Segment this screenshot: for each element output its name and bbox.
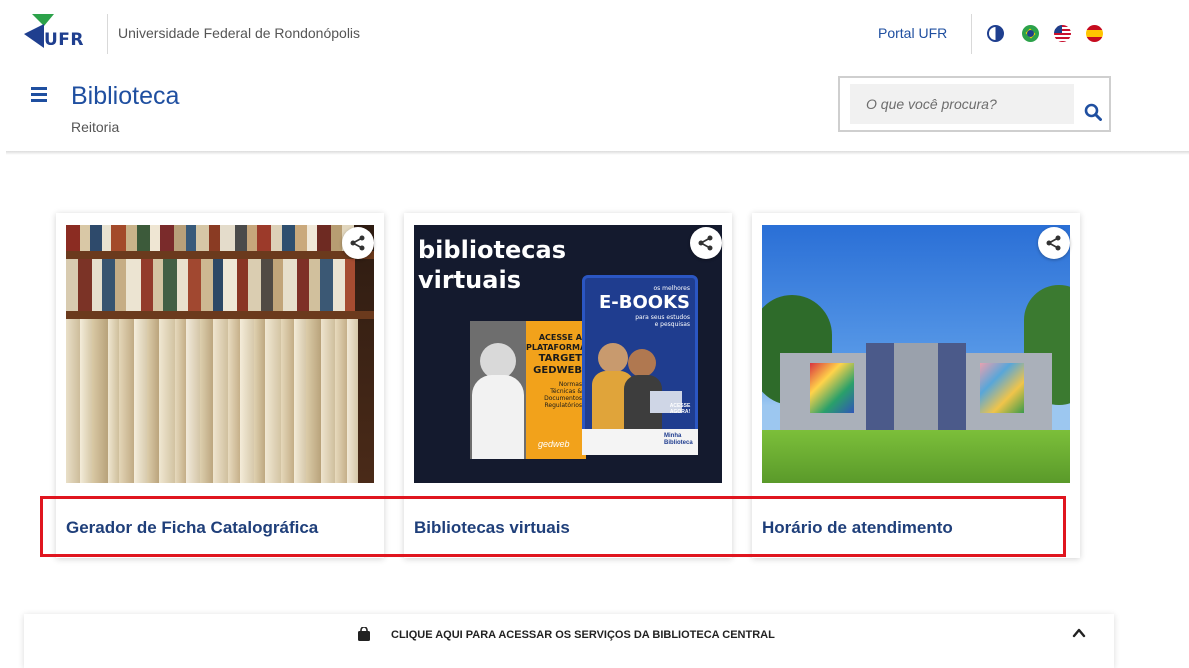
share-button[interactable] bbox=[342, 227, 374, 259]
card-ficha-catalografica[interactable]: Gerador de Ficha Catalográfica bbox=[56, 213, 384, 558]
header-divider-right bbox=[971, 14, 972, 54]
header-shadow bbox=[6, 151, 1189, 155]
services-label: CLIQUE AQUI PARA ACESSAR OS SERVIÇOS DA … bbox=[391, 629, 775, 641]
banner-ebooks-small: os melhores bbox=[653, 285, 690, 292]
share-button[interactable] bbox=[1038, 227, 1070, 259]
share-button[interactable] bbox=[690, 227, 722, 259]
banner-headline: bibliotecas bbox=[418, 236, 566, 264]
banner-target-line: PLATAFORMA bbox=[526, 343, 587, 352]
share-icon bbox=[350, 235, 365, 251]
card-title[interactable]: Bibliotecas virtuais bbox=[414, 518, 570, 538]
banner-biblioteca: Biblioteca bbox=[664, 440, 693, 446]
books-image[interactable] bbox=[66, 225, 374, 483]
header-divider bbox=[107, 14, 108, 54]
card-bibliotecas-virtuais[interactable]: bibliotecas virtuais ACESSE A PLATAFORMA… bbox=[404, 213, 732, 558]
university-name: Universidade Federal de Rondonópolis bbox=[118, 25, 361, 41]
banner-ebooks-sub: para seus estudos bbox=[635, 314, 690, 321]
flag-spain-icon[interactable] bbox=[1086, 25, 1103, 42]
banner-ebooks: E-BOOKS bbox=[598, 292, 690, 313]
chevron-up-icon[interactable] bbox=[1072, 626, 1086, 640]
card-title[interactable]: Horário de atendimento bbox=[762, 518, 953, 538]
site-header: UFR Universidade Federal de Rondonópolis… bbox=[0, 0, 1189, 152]
services-accordion-button[interactable]: CLIQUE AQUI PARA ACESSAR OS SERVIÇOS DA … bbox=[24, 614, 1114, 668]
shopping-bag-icon bbox=[358, 627, 370, 641]
menu-icon[interactable] bbox=[31, 87, 47, 102]
share-icon bbox=[1046, 235, 1061, 251]
banner-headline-2: virtuais bbox=[418, 266, 521, 294]
search-icon[interactable] bbox=[1084, 103, 1102, 121]
library-building-image[interactable] bbox=[762, 225, 1070, 483]
banner-target-note: Técnicas & bbox=[550, 388, 582, 395]
flag-brazil-icon[interactable] bbox=[1022, 25, 1039, 42]
contrast-icon[interactable] bbox=[987, 25, 1004, 42]
flag-usa-icon[interactable] bbox=[1054, 25, 1071, 42]
banner-minha: Minha bbox=[664, 433, 682, 439]
portal-ufr-link[interactable]: Portal UFR bbox=[878, 25, 947, 41]
banner-gedweb-brand: gedweb bbox=[538, 439, 570, 449]
search-box bbox=[838, 76, 1111, 132]
site-title[interactable]: Biblioteca bbox=[71, 82, 179, 111]
banner-ebooks-sub: e pesquisas bbox=[654, 321, 690, 328]
card-horario-atendimento[interactable]: Horário de atendimento bbox=[752, 213, 1080, 558]
banner-target-line: TARGET bbox=[538, 353, 582, 364]
banner-target-line: GEDWEB bbox=[533, 365, 582, 376]
banner-agora: AGORA! bbox=[669, 409, 691, 415]
share-icon bbox=[698, 235, 713, 251]
card-title[interactable]: Gerador de Ficha Catalográfica bbox=[66, 518, 318, 538]
logo-text[interactable]: UFR bbox=[44, 30, 84, 50]
site-subtitle: Reitoria bbox=[71, 119, 120, 135]
banner-target-note: Documentos bbox=[544, 395, 582, 402]
search-input[interactable] bbox=[850, 84, 1074, 124]
banner-target-note: Regulatórios bbox=[544, 402, 583, 409]
banner-target-note: Normas bbox=[558, 381, 582, 388]
banner-target-line: ACESSE A bbox=[538, 333, 582, 342]
virtual-libraries-banner[interactable]: bibliotecas virtuais ACESSE A PLATAFORMA… bbox=[414, 225, 722, 483]
